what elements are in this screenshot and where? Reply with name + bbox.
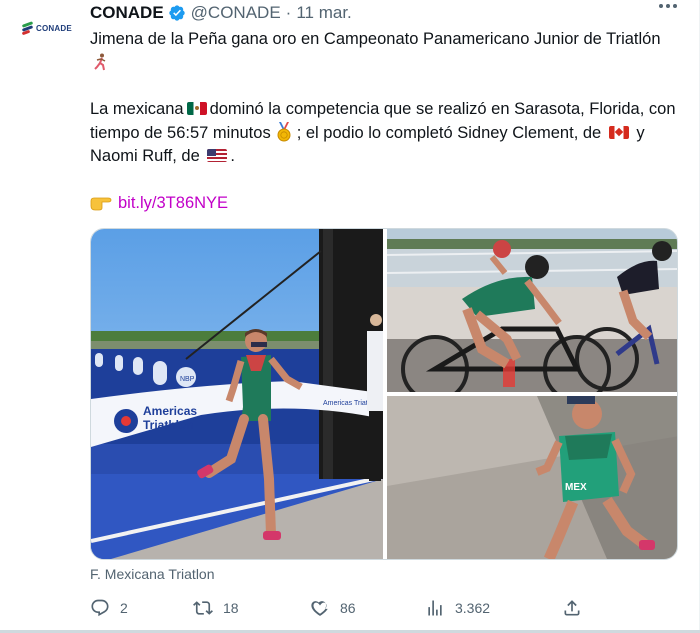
account-handle[interactable]: @CONADE <box>191 3 281 23</box>
canada-flag-icon <box>608 125 629 139</box>
tweet-card: CONADE CONADE @CONADE · 11 mar. Jimena d… <box>0 0 700 633</box>
tweet-header: CONADE @CONADE · 11 mar. <box>90 2 352 24</box>
tweet-text-part-3: ; el podio lo completó Sidney Clement, d… <box>296 123 602 142</box>
retweet-icon <box>193 601 213 615</box>
header-separator: · <box>285 3 292 22</box>
pointing-hand-icon <box>90 195 112 211</box>
views-chart-icon <box>428 600 442 616</box>
gold-medal-icon <box>275 121 293 142</box>
tweet-text-part-5: . <box>230 147 235 165</box>
share-icon <box>564 600 580 616</box>
more-dots-icon[interactable] <box>659 4 677 8</box>
mexico-flag-icon <box>186 102 207 115</box>
views-count: 3.362 <box>455 600 491 616</box>
account-name[interactable]: CONADE <box>90 3 164 23</box>
finish-line-illustration: NBP Americas Triathlon Americas Triathlo… <box>91 229 383 559</box>
running-illustration: MEX <box>387 396 677 559</box>
tweet-action-bar: 2 18 86 3.362 <box>90 597 590 619</box>
retweet-button[interactable]: 18 <box>193 597 239 619</box>
media-grid: NBP Americas Triathlon Americas Triathlo… <box>90 228 678 560</box>
tweet-date[interactable]: 11 mar. <box>296 3 351 23</box>
runner-emoji-icon <box>94 53 108 71</box>
pole-sponsor-text: NBP <box>180 376 195 383</box>
tweet-link[interactable]: bit.ly/3T86NYE <box>118 194 228 212</box>
heart-icon <box>311 601 328 616</box>
bib-text: MEX <box>565 482 587 493</box>
avatar-logo-text: CONADE <box>36 23 72 33</box>
photo-cycling[interactable] <box>387 229 677 392</box>
tweet-text-part-1: La mexicana <box>90 100 184 118</box>
reply-icon <box>91 599 109 617</box>
cycling-illustration <box>387 229 677 392</box>
like-button[interactable]: 86 <box>310 597 356 619</box>
banner-text-line-2: Triathlon <box>143 418 194 432</box>
like-count: 86 <box>340 600 356 616</box>
reply-button[interactable]: 2 <box>90 597 128 619</box>
reply-count: 2 <box>120 600 128 616</box>
media-source-credit[interactable]: F. Mexicana Triatlon <box>90 566 215 582</box>
tweet-text: Jimena de la Peña gana oro en Campeonato… <box>90 28 680 238</box>
tweet-headline: Jimena de la Peña gana oro en Campeonato… <box>90 30 661 48</box>
banner-text-line-1: Americas <box>143 404 197 418</box>
retweet-count: 18 <box>223 600 239 616</box>
photo-finish-line[interactable]: NBP Americas Triathlon Americas Triathlo… <box>91 229 383 559</box>
conade-logo-mark <box>21 21 34 36</box>
share-button[interactable] <box>562 597 582 619</box>
views-button[interactable]: 3.362 <box>425 597 490 619</box>
usa-flag-icon <box>207 149 228 162</box>
verified-badge-icon <box>168 5 185 21</box>
photo-running[interactable]: MEX <box>387 396 677 559</box>
avatar[interactable]: CONADE <box>21 18 72 38</box>
